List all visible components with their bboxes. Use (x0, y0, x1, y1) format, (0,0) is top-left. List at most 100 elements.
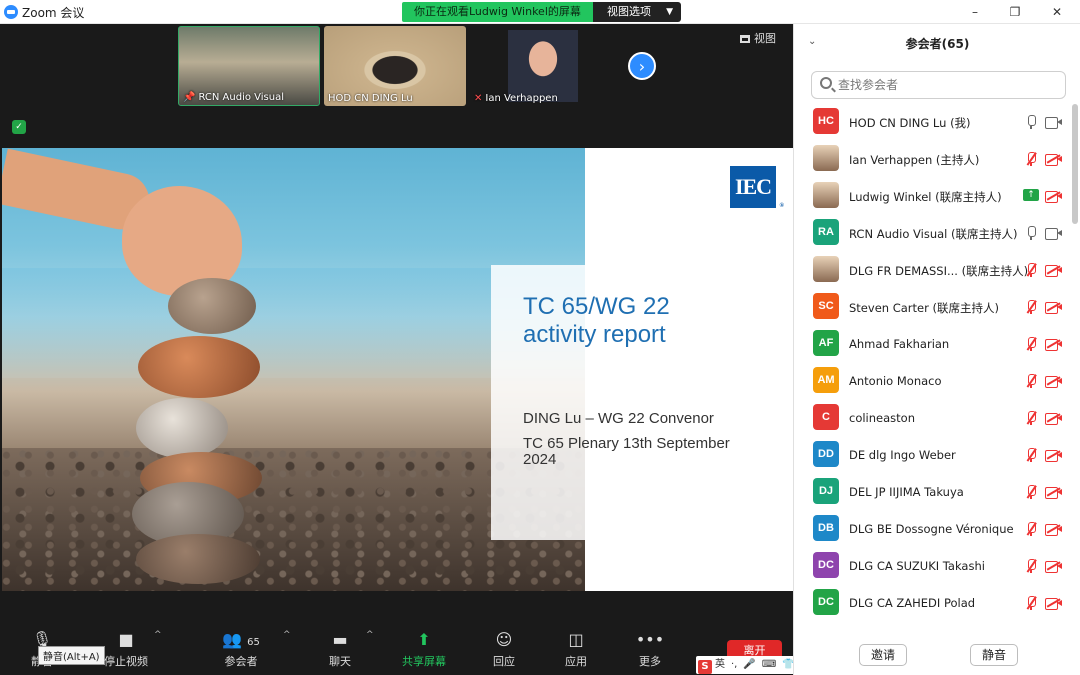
restore-button[interactable]: ❐ (1000, 2, 1030, 22)
video-off-icon[interactable] (1045, 375, 1063, 388)
ime-punctuation-icon[interactable]: ·, (731, 659, 737, 670)
participant-row[interactable]: Ian Verhappen (主持人) (794, 141, 1080, 178)
participant-name: DLG FR DEMASSI... (联席主持人) (849, 264, 1029, 278)
video-off-icon[interactable] (1045, 560, 1063, 573)
chevron-up-icon[interactable]: ^ (283, 630, 291, 640)
participant-status-icons (1023, 593, 1067, 613)
participant-row[interactable]: DD DE dlg Ingo Weber (794, 437, 1080, 474)
mute-all-button[interactable]: 静音 (970, 644, 1018, 666)
screen-share-icon: ↑ (1023, 189, 1039, 201)
participants-scrollbar[interactable] (1072, 104, 1078, 224)
mic-muted-icon[interactable] (1023, 299, 1039, 315)
shield-icon[interactable]: ✓ (12, 120, 26, 134)
participant-status-icons (1023, 408, 1067, 428)
mic-muted-icon[interactable] (1023, 521, 1039, 537)
next-page-arrow-icon[interactable]: › (628, 52, 656, 80)
ime-keyboard-icon[interactable]: ⌨ (762, 659, 776, 670)
chat-button[interactable]: ▬ ^ 聊天 (310, 630, 374, 669)
view-button[interactable]: 视图 (740, 30, 776, 46)
mic-muted-icon[interactable] (1023, 151, 1039, 167)
video-off-icon[interactable] (1045, 301, 1063, 314)
participants-panel-title: 参会者(65) (905, 37, 970, 51)
view-button-label: 视图 (754, 32, 776, 45)
participant-name: DLG BE Dossogne Véronique (849, 522, 1014, 536)
video-off-icon[interactable] (1045, 597, 1063, 610)
participant-row[interactable]: Ccolineaston (794, 400, 1080, 437)
participant-status-icons (1023, 371, 1067, 391)
slide-title: TC 65/WG 22 activity report (523, 293, 670, 349)
more-dots-icon: ••• (635, 630, 665, 649)
participants-button[interactable]: 👥 65 ^ 参会者 (211, 630, 290, 669)
participant-search-input[interactable] (838, 76, 1058, 94)
avatar (813, 256, 839, 282)
avatar (813, 145, 839, 171)
video-off-icon[interactable] (1045, 486, 1063, 499)
video-off-icon[interactable] (1045, 190, 1063, 203)
apps-button[interactable]: ◫ 应用 (546, 630, 606, 669)
minimize-button[interactable]: – (960, 2, 990, 22)
participant-row[interactable]: AF Ahmad Fakharian (794, 326, 1080, 363)
iec-logo: IEC (730, 166, 783, 210)
video-thumbnail[interactable]: HOD CN DING Lu (324, 26, 466, 106)
participant-row[interactable]: DJ DEL JP IIJIMA Takuya (794, 474, 1080, 511)
participant-name: Antonio Monaco (849, 374, 942, 388)
mic-muted-icon[interactable] (1023, 262, 1039, 278)
participant-row[interactable]: DB DLG BE Dossogne Véronique (794, 511, 1080, 548)
viewing-screen-banner: 你正在观看Ludwig Winkel的屏幕 (402, 2, 593, 22)
share-screen-button[interactable]: ⬆ 共享屏幕 (394, 630, 454, 669)
chevron-up-icon[interactable]: ^ (366, 630, 374, 640)
video-off-icon[interactable] (1045, 412, 1063, 425)
mic-muted-icon[interactable] (1023, 410, 1039, 426)
video-camera-icon[interactable] (1045, 227, 1063, 240)
app-title: Zoom 会议 (22, 6, 85, 20)
mic-muted-icon[interactable] (1023, 373, 1039, 389)
view-options-button[interactable]: 视图选项 ▼ (593, 2, 681, 22)
ime-voice-icon[interactable]: 🎤 (743, 659, 755, 670)
pin-icon: 📌 (183, 92, 196, 103)
mic-muted-icon[interactable] (1023, 558, 1039, 574)
mic-muted-icon[interactable] (1023, 447, 1039, 463)
participant-status-icons (1023, 519, 1067, 539)
participant-search[interactable] (811, 71, 1066, 99)
more-button[interactable]: ••• 更多 (620, 630, 680, 669)
video-off-icon[interactable] (1045, 153, 1063, 166)
participant-status-icons: ↑ (1023, 186, 1067, 206)
video-off-icon[interactable] (1045, 523, 1063, 536)
video-thumbnail[interactable]: 📌 RCN Audio Visual (178, 26, 320, 106)
participant-row[interactable]: DLG FR DEMASSI... (联席主持人) (794, 252, 1080, 289)
video-camera-icon[interactable] (1045, 116, 1063, 129)
participant-row[interactable]: SC Steven Carter (联席主持人) (794, 289, 1080, 326)
mute-tooltip: 静音(Alt+A) (38, 646, 105, 665)
reactions-button[interactable]: ☺ 回应 (474, 630, 534, 669)
avatar: DD (813, 441, 839, 467)
apps-label: 应用 (565, 655, 587, 668)
slide-year-line: 2024 (523, 451, 557, 468)
participant-row[interactable]: DC DLG CA ZAHEDI Polad (794, 585, 1080, 622)
participant-row[interactable]: DC DLG CA SUZUKI Takashi (794, 548, 1080, 585)
microphone-icon[interactable] (1023, 225, 1039, 241)
close-button[interactable]: ✕ (1042, 2, 1072, 22)
participant-row[interactable]: HC HOD CN DING Lu (我) (794, 104, 1080, 141)
mic-muted-icon: ✕ (474, 93, 483, 104)
zoom-meeting-window: Zoom 会议 你正在观看Ludwig Winkel的屏幕 视图选项 ▼ – ❐… (0, 0, 1080, 675)
microphone-icon[interactable] (1023, 114, 1039, 130)
invite-button[interactable]: 邀请 (859, 644, 907, 666)
participant-row[interactable]: AM Antonio Monaco (794, 363, 1080, 400)
participant-row[interactable]: Ludwig Winkel (联席主持人) ↑ (794, 178, 1080, 215)
shared-screen-slide: IEC TC 65/WG 22 activity report DING Lu … (2, 148, 793, 591)
chevron-up-icon[interactable]: ^ (154, 630, 162, 640)
apps-icon: ◫ (568, 630, 584, 649)
participants-panel-footer: 邀请 静音 (794, 640, 1080, 675)
ime-language-toggle[interactable]: 英 (715, 659, 725, 670)
search-icon (820, 77, 832, 89)
video-off-icon[interactable] (1045, 338, 1063, 351)
video-thumbnail[interactable]: ✕ Ian Verhappen (470, 26, 612, 106)
mic-muted-icon[interactable] (1023, 336, 1039, 352)
mic-muted-icon[interactable] (1023, 484, 1039, 500)
participant-row[interactable]: RA RCN Audio Visual (联席主持人) (794, 215, 1080, 252)
video-off-icon[interactable] (1045, 449, 1063, 462)
mic-muted-icon[interactable] (1023, 595, 1039, 611)
video-off-icon[interactable] (1045, 264, 1063, 277)
avatar (813, 182, 839, 208)
stop-video-button[interactable]: ■ ^ 停止视频 (96, 630, 162, 669)
